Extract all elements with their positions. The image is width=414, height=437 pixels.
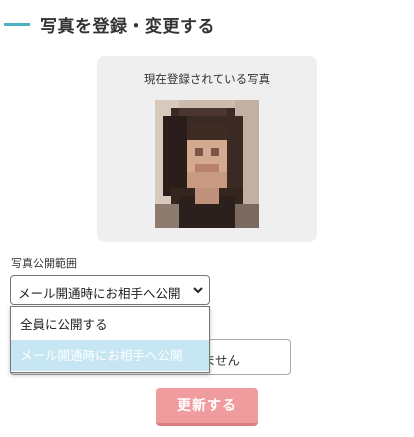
visibility-dropdown-list: 全員に公開する メール開通時にお相手へ公開 — [10, 306, 210, 373]
chevron-down-icon — [193, 287, 203, 294]
section-heading: 写真を登録・変更する — [0, 10, 414, 38]
select-current-value: メール開通時にお相手へ公開 — [18, 286, 181, 301]
heading-accent-bar — [4, 23, 30, 26]
photo-visibility-label: 写真公開範囲 — [11, 257, 77, 270]
pixelated-photo-image — [155, 100, 259, 228]
photo-visibility-select[interactable]: メール開通時にお相手へ公開 — [10, 275, 210, 305]
dropdown-option-public-on-mail[interactable]: メール開通時にお相手へ公開 — [11, 340, 209, 371]
photo-caption: 現在登録されている写真 — [143, 72, 271, 86]
profile-photo — [155, 100, 259, 228]
current-photo-card: 現在登録されている写真 — [97, 56, 317, 242]
update-button[interactable]: 更新する — [156, 388, 258, 426]
dropdown-option-public-all[interactable]: 全員に公開する — [11, 309, 209, 340]
page-title: 写真を登録・変更する — [40, 17, 215, 37]
